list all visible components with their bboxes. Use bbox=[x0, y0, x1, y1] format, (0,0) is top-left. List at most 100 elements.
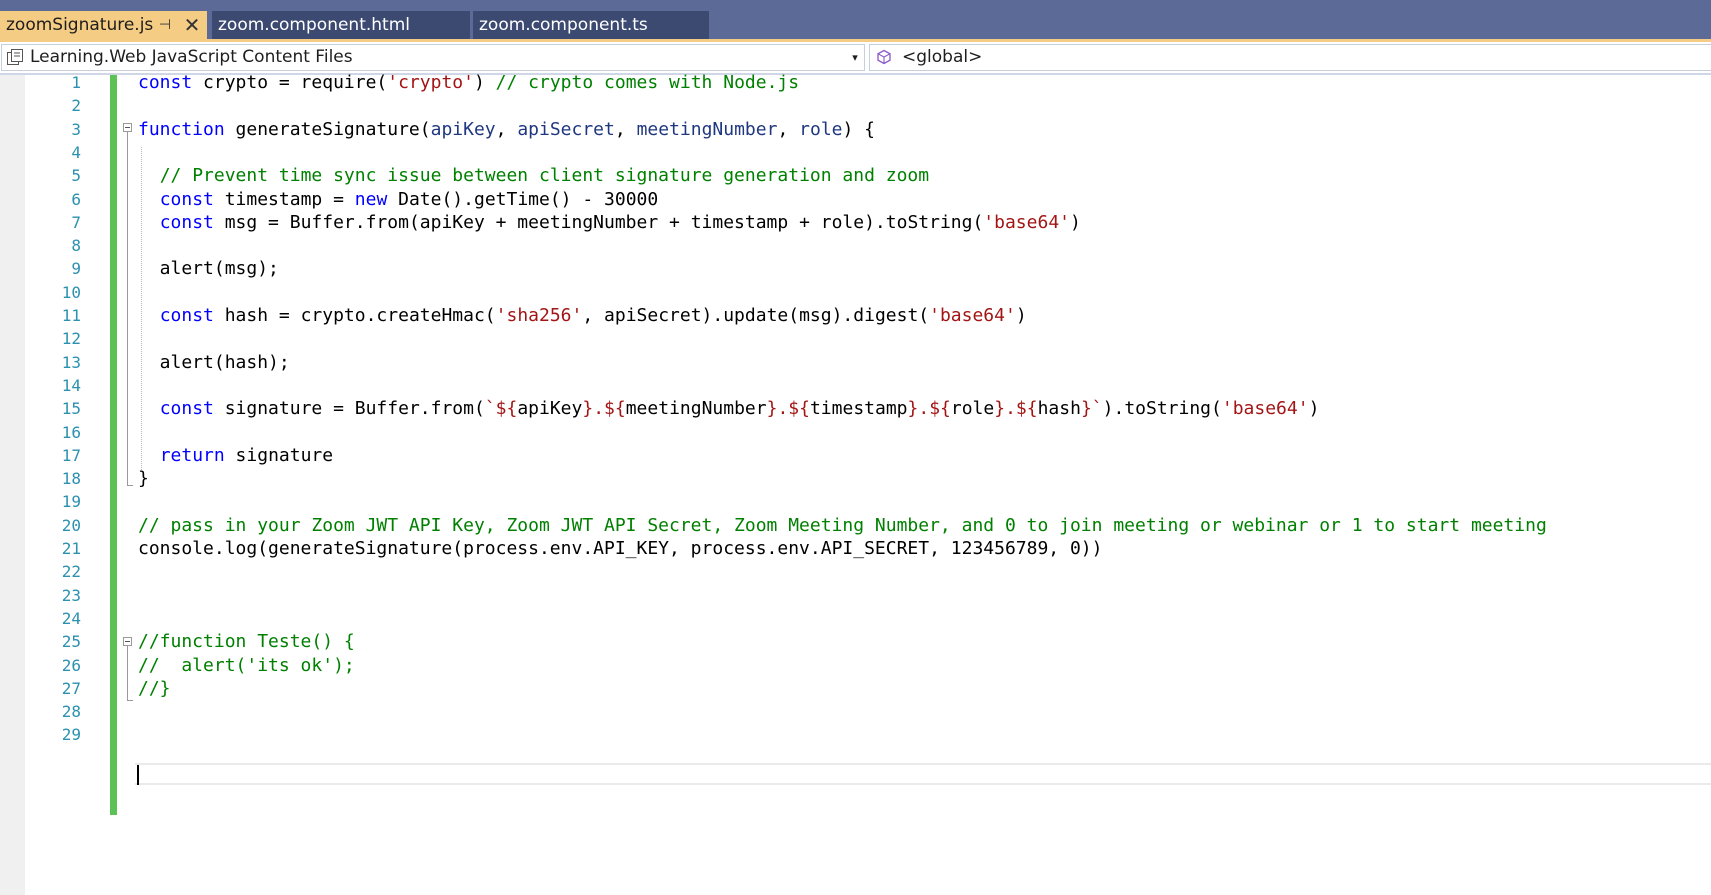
code-token: meetingNumber bbox=[636, 119, 778, 140]
code-token: ).toString( bbox=[1102, 398, 1222, 419]
code-line[interactable]: // alert('its ok'); bbox=[138, 653, 355, 678]
code-line[interactable]: const crypto = require('crypto') // cryp… bbox=[138, 70, 799, 95]
fold-guide bbox=[127, 132, 128, 485]
code-line[interactable]: const signature = Buffer.from(`${apiKey}… bbox=[138, 396, 1320, 421]
code-token: alert(hash); bbox=[138, 352, 290, 373]
collapse-function-icon[interactable] bbox=[123, 123, 132, 132]
document-tab-strip: zoomSignature.js ⊣ ✕ zoom.component.html… bbox=[0, 0, 1711, 39]
code-token: }` bbox=[1080, 398, 1103, 419]
code-token: ) bbox=[1070, 212, 1081, 233]
code-line[interactable]: // Prevent time sync issue between clien… bbox=[138, 163, 929, 188]
fold-guide-end bbox=[127, 485, 133, 486]
code-token: ) bbox=[473, 72, 496, 93]
code-token: timestamp bbox=[809, 398, 908, 419]
code-line[interactable]: const timestamp = new Date().getTime() -… bbox=[138, 187, 659, 212]
code-token: hash = crypto.createHmac( bbox=[213, 305, 496, 326]
code-token: } bbox=[138, 468, 149, 489]
code-token: , bbox=[777, 119, 800, 140]
code-line[interactable]: //} bbox=[138, 676, 171, 701]
tab-zoom-component-html[interactable]: zoom.component.html bbox=[212, 11, 470, 39]
line-number: 27 bbox=[61, 679, 81, 698]
line-number: 21 bbox=[61, 539, 81, 558]
collapse-comment-icon[interactable] bbox=[123, 637, 132, 646]
code-token: new bbox=[354, 189, 388, 210]
line-number: 10 bbox=[61, 283, 81, 302]
line-number: 26 bbox=[61, 656, 81, 675]
code-token: meetingNumber bbox=[625, 398, 767, 419]
scope-dropdown[interactable]: <global> bbox=[869, 44, 1711, 71]
code-token: , bbox=[495, 119, 518, 140]
code-token: hash bbox=[1037, 398, 1081, 419]
line-number: 8 bbox=[71, 236, 81, 255]
code-line[interactable]: return signature bbox=[138, 443, 333, 468]
line-number: 15 bbox=[61, 399, 81, 418]
code-token: //function Teste() { bbox=[138, 631, 355, 652]
tab-label: zoomSignature.js bbox=[6, 15, 154, 35]
code-token: ) { bbox=[842, 119, 876, 140]
code-line[interactable]: } bbox=[138, 466, 149, 491]
selection-margin bbox=[0, 75, 25, 895]
code-token: }.${ bbox=[994, 398, 1038, 419]
code-line[interactable]: //function Teste() { bbox=[138, 629, 355, 654]
line-number: 17 bbox=[61, 446, 81, 465]
code-token: const bbox=[159, 305, 214, 326]
code-token: msg = Buffer.from(apiKey + meetingNumber… bbox=[213, 212, 984, 233]
code-token: crypto = require( bbox=[192, 72, 388, 93]
code-token: signature = Buffer.from( bbox=[213, 398, 485, 419]
code-token: function bbox=[138, 119, 225, 140]
line-number: 24 bbox=[61, 609, 81, 628]
code-token: `${ bbox=[484, 398, 518, 419]
code-line[interactable]: // pass in your Zoom JWT API Key, Zoom J… bbox=[138, 513, 1547, 538]
code-line[interactable]: function generateSignature(apiKey, apiSe… bbox=[138, 117, 875, 142]
code-token: 'sha256' bbox=[495, 305, 583, 326]
tab-zoom-signature-js[interactable]: zoomSignature.js ⊣ ✕ bbox=[0, 11, 207, 39]
line-number: 18 bbox=[61, 469, 81, 488]
code-token: apiSecret bbox=[517, 119, 615, 140]
code-token: // Prevent time sync issue between clien… bbox=[159, 165, 930, 186]
code-token: , bbox=[614, 119, 637, 140]
code-token: , apiSecret).update(msg).digest( bbox=[582, 305, 930, 326]
code-token: return bbox=[159, 445, 225, 466]
code-token: const bbox=[159, 189, 214, 210]
code-line[interactable]: alert(msg); bbox=[138, 256, 279, 281]
scope-label: <global> bbox=[902, 47, 983, 67]
project-label: Learning.Web JavaScript Content Files bbox=[30, 47, 353, 67]
line-number: 3 bbox=[71, 120, 81, 139]
code-token: role bbox=[950, 398, 995, 419]
line-number: 14 bbox=[61, 376, 81, 395]
code-line[interactable]: alert(hash); bbox=[138, 350, 290, 375]
code-token: generateSignature( bbox=[224, 119, 431, 140]
code-token: ) bbox=[1308, 398, 1320, 419]
line-number: 23 bbox=[61, 586, 81, 605]
pin-icon[interactable]: ⊣ bbox=[156, 11, 174, 39]
code-token: // crypto comes with Node.js bbox=[495, 72, 800, 93]
line-number: 4 bbox=[71, 143, 81, 162]
code-token: Date().getTime() - 30000 bbox=[387, 189, 659, 210]
line-number: 29 bbox=[61, 725, 81, 744]
code-token: 'base64' bbox=[1221, 398, 1309, 419]
code-token: timestamp = bbox=[213, 189, 355, 210]
code-line[interactable]: const hash = crypto.createHmac('sha256',… bbox=[138, 303, 1027, 328]
close-icon[interactable]: ✕ bbox=[182, 11, 202, 39]
code-token: // pass in your Zoom JWT API Key, Zoom J… bbox=[138, 515, 1547, 536]
code-token: const bbox=[159, 212, 214, 233]
line-number: 6 bbox=[71, 190, 81, 209]
code-editor[interactable]: 1 2 3 4 5 6 7 8 9 10 11 12 13 14 15 16 17 18 19 20 21 22 23 24 2… bbox=[0, 72, 1711, 895]
code-line[interactable]: const msg = Buffer.from(apiKey + meeting… bbox=[138, 210, 1081, 235]
line-number: 16 bbox=[61, 423, 81, 442]
current-line-highlight bbox=[135, 763, 1711, 785]
tab-label: zoom.component.ts bbox=[479, 15, 648, 35]
code-token: apiKey bbox=[430, 119, 496, 140]
code-token: 'base64' bbox=[983, 212, 1070, 233]
text-caret bbox=[137, 765, 139, 785]
line-number: 7 bbox=[71, 213, 81, 232]
project-dropdown[interactable]: Learning.Web JavaScript Content Files ▾ bbox=[1, 44, 865, 71]
code-line[interactable]: console.log(generateSignature(process.en… bbox=[138, 536, 1103, 561]
line-number: 22 bbox=[61, 562, 81, 581]
line-number: 1 bbox=[71, 73, 81, 92]
chevron-down-icon[interactable]: ▾ bbox=[848, 45, 862, 70]
tab-zoom-component-ts[interactable]: zoom.component.ts bbox=[473, 11, 709, 39]
